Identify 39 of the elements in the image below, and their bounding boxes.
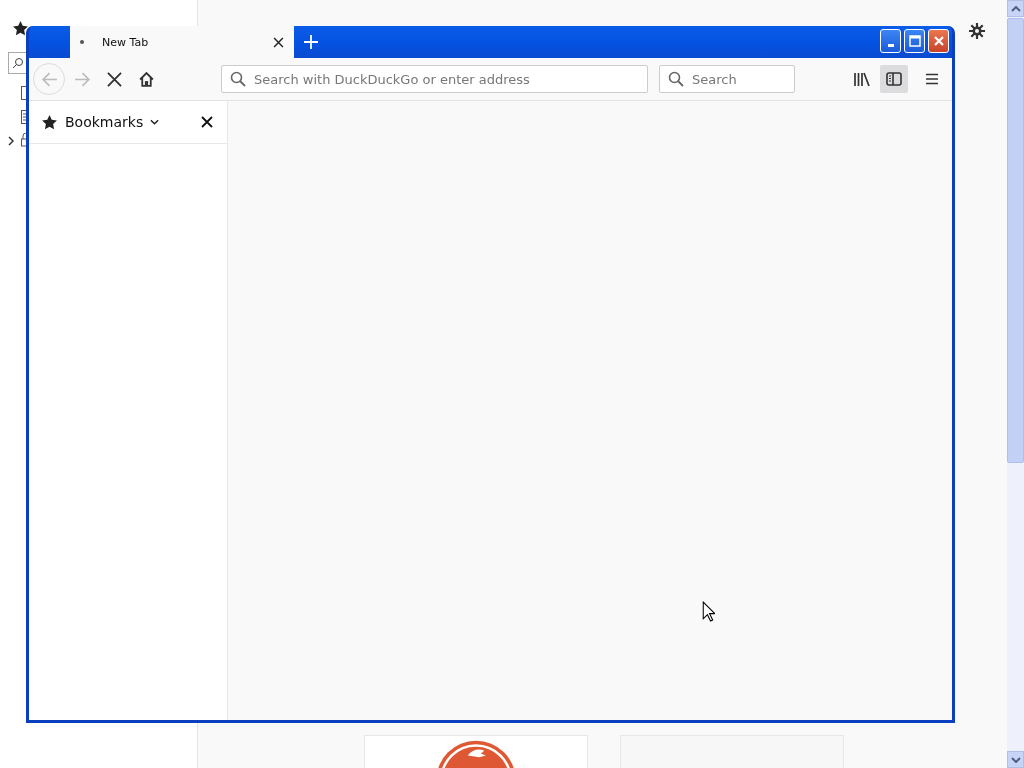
address-field[interactable]: Search with DuckDuckGo or enter address [221,65,648,93]
scrollbar[interactable] [1007,0,1024,768]
home-icon [137,70,155,88]
caret-icon [1010,5,1021,12]
minimize-icon [887,43,894,47]
settings-icon[interactable] [969,23,985,39]
sidebar-button[interactable] [880,65,908,93]
arrow-right-icon [73,70,91,88]
cursor-icon [702,601,715,622]
sidebar-icon [886,72,902,86]
search-icon [668,71,684,87]
minimize-button[interactable] [880,29,901,53]
close-icon[interactable] [201,116,213,128]
chevron-icon[interactable] [8,136,14,146]
search-field[interactable]: Search [659,65,795,93]
scroll-up-button[interactable] [1007,0,1024,17]
caret-icon [1010,756,1021,763]
loading-icon [80,40,84,44]
search-icon [12,57,24,69]
library-icon [853,71,871,87]
scroll-thumb[interactable] [1007,18,1024,463]
browser-tab[interactable]: New Tab [70,26,294,58]
sidebar-title[interactable]: Bookmarks [65,114,144,130]
star-icon [12,19,29,37]
menu-icon [925,73,939,85]
cross-icon [106,71,122,87]
star-icon [41,113,58,131]
maximize-button[interactable] [904,29,925,53]
arrow-left-icon [40,70,58,88]
new-tab-icon[interactable] [304,35,318,49]
maximize-icon [908,35,921,47]
chevron-icon[interactable] [150,119,160,125]
close-icon [932,35,945,47]
scroll-down-button[interactable] [1007,751,1024,768]
page-icon [21,110,29,124]
folder-icon [21,86,29,100]
close-button[interactable] [928,29,949,53]
search-icon [230,71,246,87]
close-icon[interactable] [273,36,284,48]
